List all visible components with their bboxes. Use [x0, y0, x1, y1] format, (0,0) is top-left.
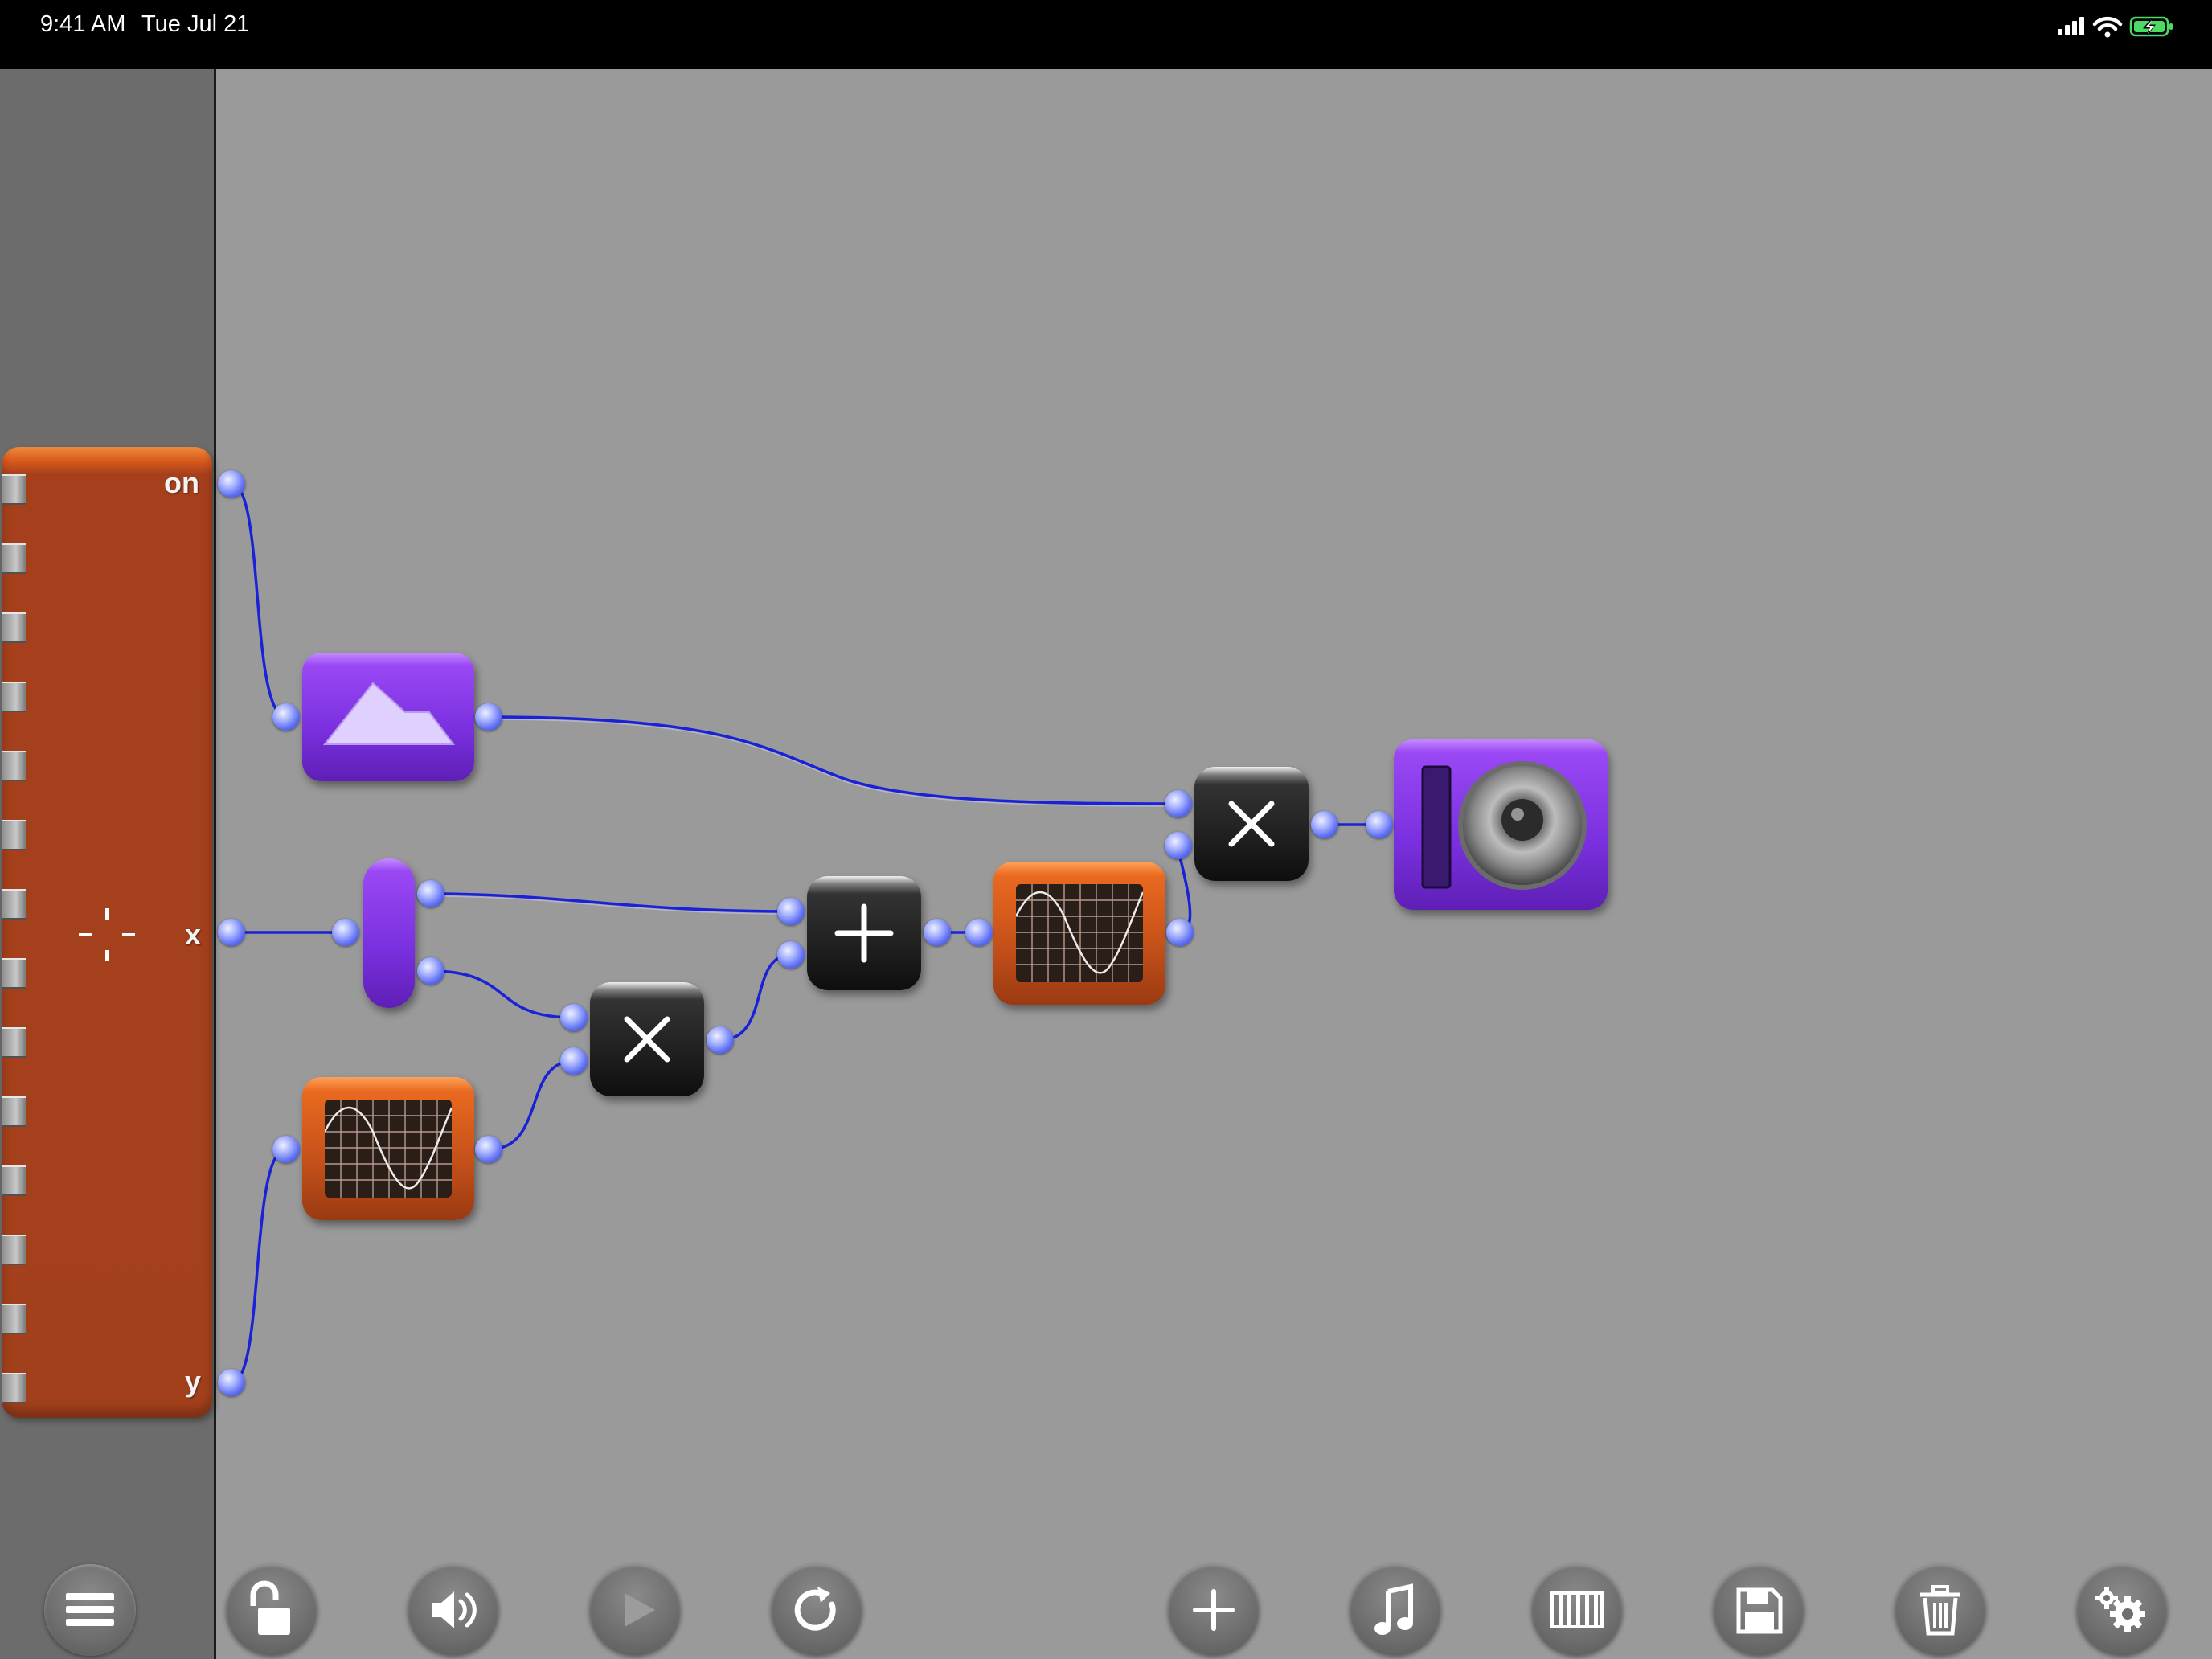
add-output-port[interactable] — [924, 919, 951, 946]
envelope-icon — [322, 682, 455, 745]
envelope-module[interactable] — [302, 653, 474, 781]
pad-tab — [2, 612, 26, 643]
pad-tab — [2, 474, 26, 505]
oscillator-1-module[interactable] — [302, 1077, 474, 1220]
pad-tab — [2, 1373, 26, 1403]
settings-button[interactable] — [2076, 1564, 2168, 1656]
multiply-2-output-port[interactable] — [1311, 811, 1338, 838]
patch-cables — [231, 482, 1379, 1384]
pad-tab — [2, 1096, 26, 1127]
multiply-1-input-port[interactable] — [560, 1047, 588, 1075]
delete-button[interactable] — [1895, 1564, 1986, 1656]
unlock-icon — [250, 1580, 290, 1635]
scope-screen — [1016, 884, 1143, 982]
on-output-label: on — [164, 466, 199, 499]
speaker-volume-icon — [432, 1591, 477, 1628]
multiply-1-input-port[interactable] — [560, 1004, 588, 1031]
envelope-input-port[interactable] — [272, 703, 300, 731]
plus-icon — [1193, 1589, 1235, 1631]
pad-tab — [2, 820, 26, 850]
music-note-icon — [1374, 1583, 1413, 1635]
cable — [488, 1059, 575, 1151]
pad-tab — [2, 682, 26, 712]
add-input-port[interactable] — [777, 898, 805, 925]
cable — [430, 892, 792, 913]
audio-output-input-port[interactable] — [1366, 811, 1393, 838]
y-output-port[interactable] — [218, 1369, 245, 1396]
add-module-button[interactable] — [1168, 1564, 1260, 1656]
pad-tab — [2, 1027, 26, 1058]
pad-tab — [2, 543, 26, 574]
cable — [488, 715, 1179, 805]
plus-icon — [834, 903, 894, 963]
menu-button[interactable] — [44, 1564, 136, 1656]
add-module[interactable] — [807, 876, 921, 990]
multiply-1-output-port[interactable] — [707, 1026, 734, 1054]
add-input-port[interactable] — [777, 941, 805, 969]
gears-icon — [2095, 1587, 2145, 1632]
envelope-output-port[interactable] — [475, 703, 502, 731]
splitter-output-port[interactable] — [417, 880, 444, 907]
audio-output-module[interactable] — [1394, 739, 1608, 910]
reload-icon — [794, 1587, 836, 1631]
save-button[interactable] — [1713, 1564, 1804, 1656]
play-icon — [625, 1593, 655, 1627]
y-output-label: y — [185, 1365, 202, 1398]
oscillator-1-output-port[interactable] — [475, 1136, 502, 1163]
oscillator-1-input-port[interactable] — [272, 1136, 300, 1163]
x-output-label: x — [185, 918, 202, 951]
scope-screen — [325, 1100, 452, 1198]
floppy-disk-icon — [1736, 1587, 1783, 1634]
cable — [430, 969, 575, 1019]
pad-tab — [2, 751, 26, 781]
splitter-output-port[interactable] — [417, 957, 444, 985]
multiply-icon — [624, 1016, 670, 1063]
play-button[interactable] — [589, 1564, 681, 1656]
multiply-1-module[interactable] — [590, 982, 704, 1096]
oscillator-2-module[interactable] — [993, 862, 1165, 1005]
cable — [719, 953, 792, 1042]
pad-tab — [2, 958, 26, 989]
music-button[interactable] — [1350, 1564, 1441, 1656]
reload-button[interactable] — [771, 1564, 862, 1656]
sine-scope-icon — [325, 1100, 452, 1198]
cable — [231, 482, 287, 719]
multiply-2-input-port[interactable] — [1165, 790, 1192, 817]
oscillator-2-input-port[interactable] — [965, 919, 993, 946]
splitter-module[interactable] — [363, 858, 415, 1008]
trash-icon — [1920, 1585, 1960, 1636]
cable — [231, 1148, 287, 1384]
crosshair-icon[interactable] — [77, 905, 137, 965]
volume-button[interactable] — [408, 1564, 499, 1656]
lock-button[interactable] — [226, 1564, 317, 1656]
on-output-port[interactable] — [218, 470, 245, 498]
patch-canvas[interactable]: on x y — [0, 0, 2212, 1659]
pad-tab — [2, 1165, 26, 1196]
keyboard-button[interactable] — [1531, 1564, 1623, 1656]
splitter-input-port[interactable] — [332, 919, 359, 946]
speaker-icon — [1421, 761, 1587, 890]
sine-scope-icon — [1016, 884, 1143, 982]
hamburger-menu-icon — [66, 1593, 114, 1626]
pad-tab — [2, 1304, 26, 1334]
pad-tab — [2, 889, 26, 920]
pad-tab — [2, 1235, 26, 1265]
multiply-icon — [1228, 801, 1275, 847]
x-output-port[interactable] — [218, 919, 245, 946]
multiply-2-input-port[interactable] — [1165, 832, 1192, 859]
piano-keyboard-icon — [1550, 1591, 1604, 1628]
oscillator-2-output-port[interactable] — [1166, 919, 1194, 946]
multiply-2-module[interactable] — [1194, 767, 1309, 881]
